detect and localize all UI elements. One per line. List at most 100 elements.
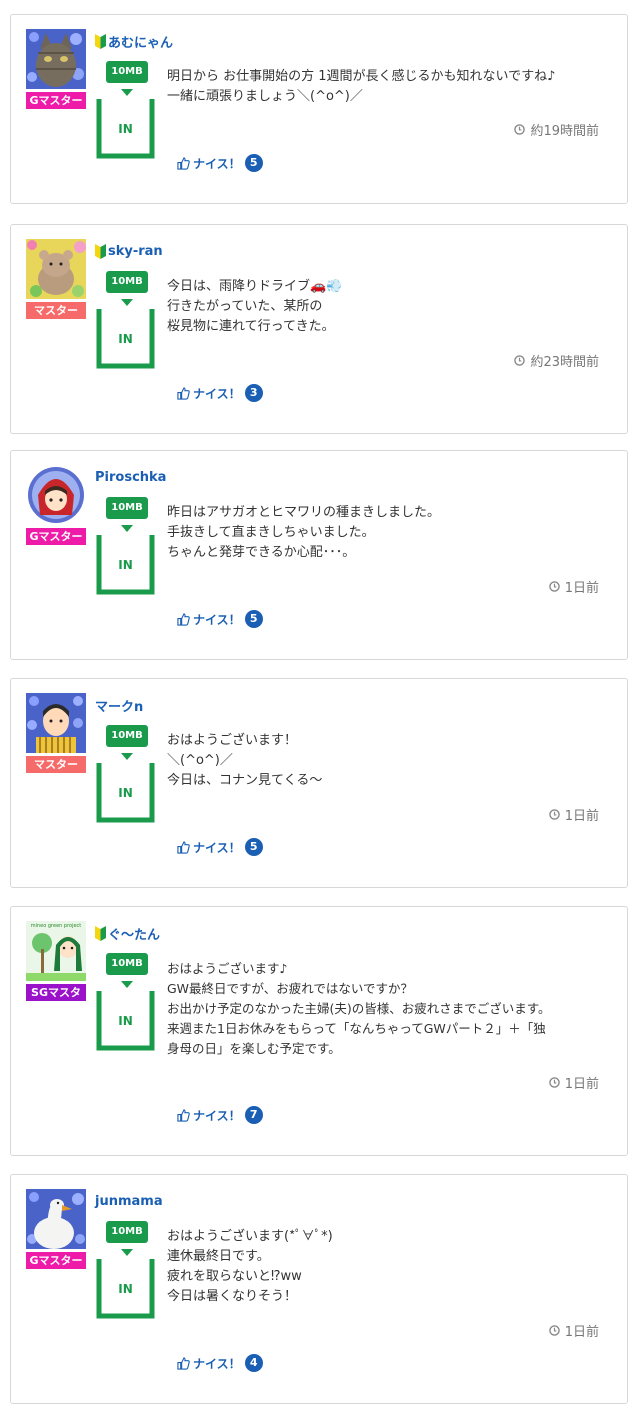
- status-label: IN: [118, 1282, 133, 1296]
- thumbs-up-icon: [177, 1356, 190, 1370]
- nice-button[interactable]: ナイス！ 4: [177, 1353, 263, 1373]
- nice-count: 5: [244, 610, 263, 628]
- nice-button[interactable]: ナイス！ 7: [177, 1105, 263, 1125]
- status-label: IN: [118, 1014, 133, 1028]
- avatar[interactable]: [26, 29, 86, 89]
- rank-badge: SGマスタ: [26, 984, 86, 1001]
- nice-label: ナイス！: [193, 1356, 241, 1371]
- thumbs-up-icon: [177, 840, 190, 854]
- name-row: sky-ran: [95, 241, 163, 261]
- down-arrow-icon: [121, 753, 133, 760]
- post-card: Gマスター junmama 10MB IN おはようございます(*ﾟ∀ﾟ*) 連…: [10, 1174, 628, 1404]
- avatar[interactable]: [26, 693, 86, 753]
- beginner-mark-icon: [95, 925, 106, 941]
- thumbs-up-icon: [177, 612, 190, 626]
- avatar[interactable]: [26, 465, 86, 525]
- post-message: 今日は、雨降りドライブ🚗💨 行きたがっていた、某所の 桜見物に連れて行ってきた。: [167, 279, 343, 334]
- nice-count: 5: [244, 838, 263, 856]
- in-status-box: IN: [96, 535, 155, 595]
- clock-icon: [514, 354, 526, 366]
- time-text: 約23時間前: [530, 354, 599, 370]
- post-message: 明日から お仕事開始の方 1週間が長く感じるかも知れないですね♪ 一緒に頑張りま…: [167, 69, 556, 104]
- in-status-box: IN: [96, 763, 155, 823]
- time-text: 約19時間前: [530, 123, 599, 139]
- post-card: mineo green project SGマスタ ぐ〜たん 10MB IN お…: [10, 906, 628, 1156]
- nice-button[interactable]: ナイス！ 5: [177, 609, 263, 629]
- username-link[interactable]: Piroschka: [95, 470, 166, 485]
- avatar[interactable]: [26, 1189, 86, 1249]
- post-time: 1日前: [548, 1073, 599, 1092]
- down-arrow-icon: [121, 1249, 133, 1256]
- nice-count: 4: [244, 1354, 263, 1372]
- username-link[interactable]: あむにゃん: [108, 32, 173, 51]
- in-status-box: IN: [96, 1259, 155, 1319]
- beginner-mark-icon: [95, 33, 106, 49]
- nice-count: 7: [244, 1106, 263, 1124]
- down-arrow-icon: [121, 89, 133, 96]
- in-status-box: IN: [96, 309, 155, 369]
- username-link[interactable]: junmama: [95, 1194, 163, 1209]
- nice-button[interactable]: ナイス！ 5: [177, 837, 263, 857]
- down-arrow-icon: [121, 981, 133, 988]
- data-badge: 10MB: [106, 271, 148, 293]
- avatar[interactable]: mineo green project: [26, 921, 86, 981]
- time-text: 1日前: [564, 808, 599, 824]
- post-time: 1日前: [548, 1321, 599, 1340]
- name-row: ぐ〜たん: [95, 923, 160, 943]
- post-time: 約23時間前: [514, 351, 599, 370]
- status-label: IN: [118, 786, 133, 800]
- avatar[interactable]: [26, 239, 86, 299]
- down-arrow-icon: [121, 525, 133, 532]
- name-row: あむにゃん: [95, 31, 173, 51]
- data-badge: 10MB: [106, 953, 148, 975]
- nice-button[interactable]: ナイス！ 5: [177, 153, 263, 173]
- post-time: 1日前: [548, 577, 599, 596]
- clock-icon: [548, 1076, 560, 1088]
- down-arrow-icon: [121, 299, 133, 306]
- post-message: おはようございます(*ﾟ∀ﾟ*) 連休最終日です。 疲れを取らないと⁉ww 今日…: [167, 1229, 333, 1304]
- name-row: マークn: [95, 695, 143, 715]
- beginner-mark-icon: [95, 243, 106, 259]
- post-message: おはようございます♪ GW最終日ですが、お疲れではないですか？ お出かけ予定のな…: [167, 961, 551, 1056]
- status-label: IN: [118, 332, 133, 346]
- time-text: 1日前: [564, 580, 599, 596]
- in-status-box: IN: [96, 991, 155, 1051]
- post-card: Gマスター あむにゃん 10MB IN 明日から お仕事開始の方 1週間が長く感…: [10, 14, 628, 204]
- rank-badge: Gマスター: [26, 1252, 86, 1269]
- nice-count: 5: [244, 154, 263, 172]
- post-card: マスター sky-ran 10MB IN 今日は、雨降りドライブ🚗💨 行きたがっ…: [10, 224, 628, 434]
- name-row: Piroschka: [95, 467, 166, 487]
- in-status-box: IN: [96, 99, 155, 159]
- nice-label: ナイス！: [193, 840, 241, 855]
- post-card: Gマスター Piroschka 10MB IN 昨日はアサガオとヒマワリの種まき…: [10, 450, 628, 660]
- rank-badge: Gマスター: [26, 528, 86, 545]
- status-label: IN: [118, 122, 133, 136]
- name-row: junmama: [95, 1191, 163, 1211]
- nice-label: ナイス！: [193, 1108, 241, 1123]
- data-badge: 10MB: [106, 725, 148, 747]
- username-link[interactable]: sky-ran: [108, 244, 163, 259]
- thumbs-up-icon: [177, 386, 190, 400]
- post-message: 昨日はアサガオとヒマワリの種まきしました。 手抜きして直まきしちゃいました。 ち…: [167, 505, 441, 560]
- rank-badge: マスター: [26, 302, 86, 319]
- post-card: マスター マークn 10MB IN おはようございます！ ＼(^o^)／ 今日は…: [10, 678, 628, 888]
- username-link[interactable]: マークn: [95, 696, 143, 715]
- nice-count: 3: [244, 384, 263, 402]
- data-badge: 10MB: [106, 61, 148, 83]
- rank-badge: マスター: [26, 756, 86, 773]
- data-badge: 10MB: [106, 1221, 148, 1243]
- rank-badge: Gマスター: [26, 92, 86, 109]
- username-link[interactable]: ぐ〜たん: [108, 924, 160, 943]
- status-label: IN: [118, 558, 133, 572]
- nice-button[interactable]: ナイス！ 3: [177, 383, 263, 403]
- avatar-caption: mineo green project: [31, 923, 82, 929]
- clock-icon: [548, 808, 560, 820]
- thumbs-up-icon: [177, 156, 190, 170]
- nice-label: ナイス！: [193, 612, 241, 627]
- nice-label: ナイス！: [193, 156, 241, 171]
- post-message: おはようございます！ ＼(^o^)／ 今日は、コナン見てくる〜: [167, 733, 323, 788]
- nice-label: ナイス！: [193, 386, 241, 401]
- thumbs-up-icon: [177, 1108, 190, 1122]
- clock-icon: [548, 580, 560, 592]
- data-badge: 10MB: [106, 497, 148, 519]
